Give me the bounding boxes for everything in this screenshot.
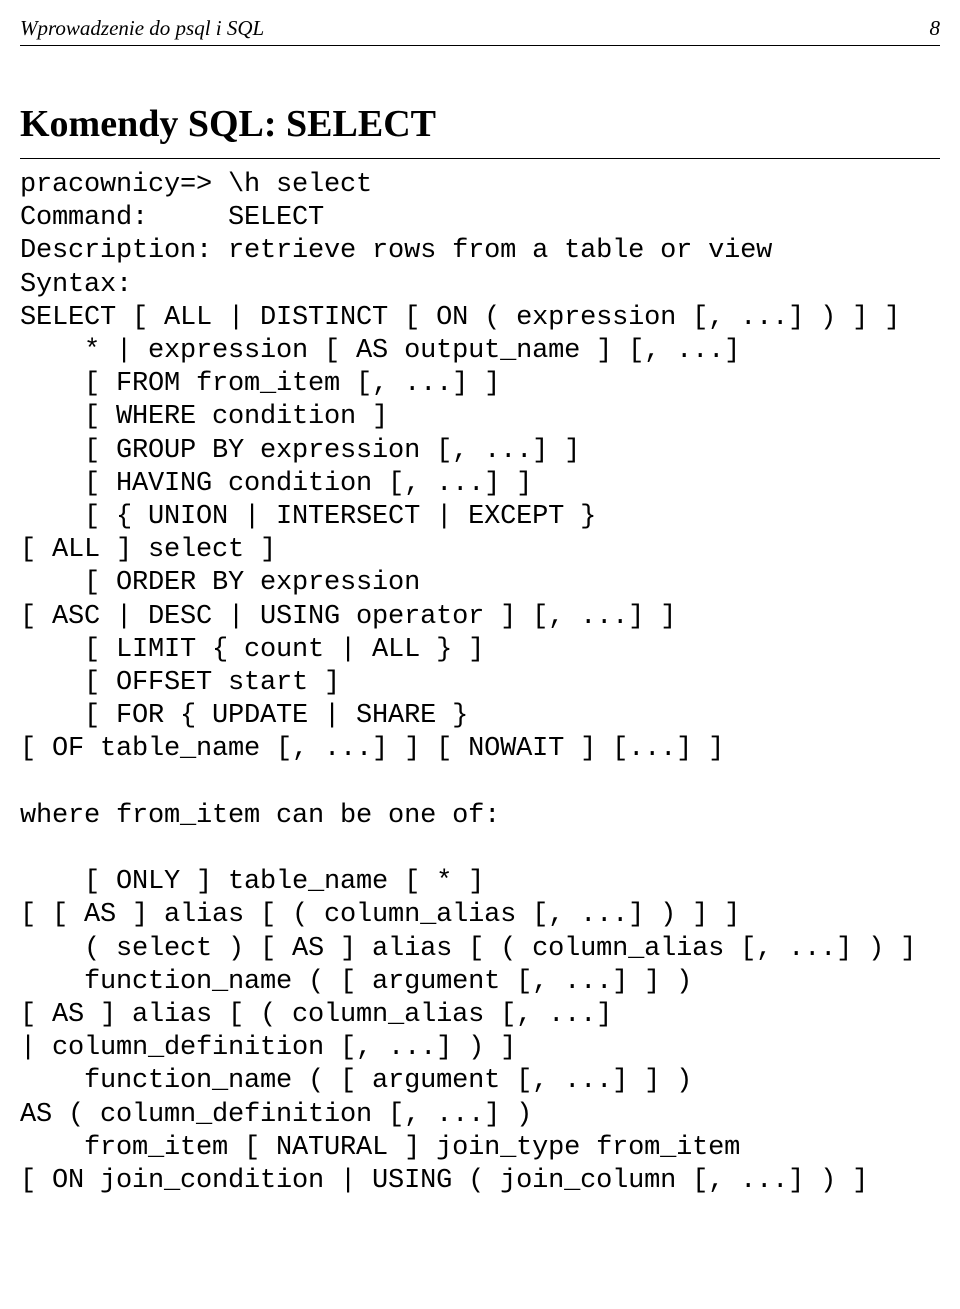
code-line: Command: SELECT [20, 203, 324, 233]
code-line: [ ON join_condition | USING ( join_colum… [20, 1166, 868, 1196]
code-line: [ ALL ] select ] [20, 535, 276, 565]
code-line: AS ( column_definition [, ...] ) [20, 1100, 532, 1130]
code-line: [ GROUP BY expression [, ...] ] [20, 436, 580, 466]
code-line: [ ORDER BY expression [20, 568, 420, 598]
code-line: [ { UNION | INTERSECT | EXCEPT } [20, 502, 596, 532]
code-line: ( select ) [ AS ] alias [ ( column_alias… [20, 934, 916, 964]
doc-title: Wprowadzenie do psql i SQL [20, 16, 264, 41]
code-line: [ OF table_name [, ...] ] [ NOWAIT ] [..… [20, 734, 724, 764]
page-number: 8 [930, 16, 941, 41]
code-line: function_name ( [ argument [, ...] ] ) [20, 967, 692, 997]
code-line: Syntax: [20, 270, 132, 300]
code-line: SELECT [ ALL | DISTINCT [ ON ( expressio… [20, 303, 900, 333]
code-line: [ OFFSET start ] [20, 668, 340, 698]
code-line: * | expression [ AS output_name ] [, ...… [20, 336, 740, 366]
code-line: Description: retrieve rows from a table … [20, 236, 772, 266]
code-line: where from_item can be one of: [20, 801, 500, 831]
section-title: Komendy SQL: SELECT [20, 102, 940, 146]
code-line: [ ASC | DESC | USING operator ] [, ...] … [20, 602, 676, 632]
code-line: function_name ( [ argument [, ...] ] ) [20, 1066, 692, 1096]
code-line: [ AS ] alias [ ( column_alias [, ...] [20, 1000, 612, 1030]
title-rule [20, 158, 940, 159]
code-line: [ [ AS ] alias [ ( column_alias [, ...] … [20, 900, 740, 930]
code-line: [ WHERE condition ] [20, 402, 388, 432]
code-line: pracownicy=> \h select [20, 170, 372, 200]
code-line: [ LIMIT { count | ALL } ] [20, 635, 484, 665]
code-line: from_item [ NATURAL ] join_type from_ite… [20, 1133, 740, 1163]
code-line: [ HAVING condition [, ...] ] [20, 469, 532, 499]
code-block: pracownicy=> \h select Command: SELECT D… [20, 169, 940, 1198]
page-header: Wprowadzenie do psql i SQL 8 [20, 16, 940, 46]
code-line: [ FROM from_item [, ...] ] [20, 369, 500, 399]
code-line: | column_definition [, ...] ) ] [20, 1033, 516, 1063]
code-line: [ FOR { UPDATE | SHARE } [20, 701, 468, 731]
code-line: [ ONLY ] table_name [ * ] [20, 867, 484, 897]
